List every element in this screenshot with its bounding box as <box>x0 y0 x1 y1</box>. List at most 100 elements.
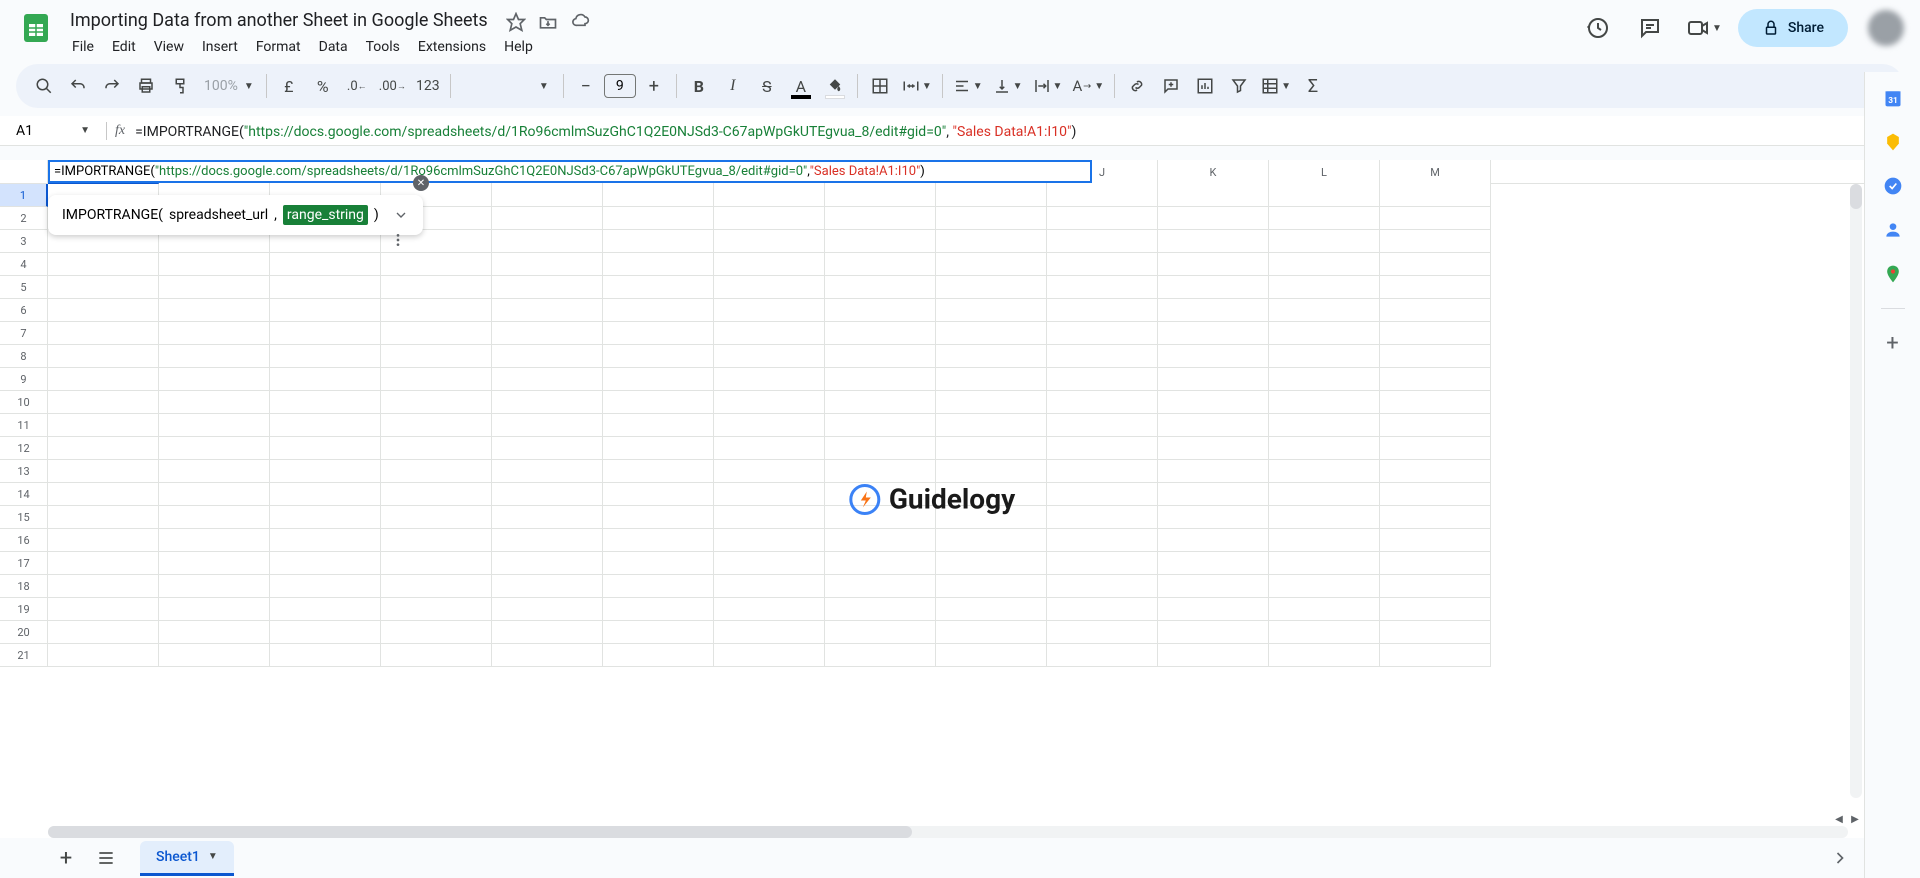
cell-m18[interactable] <box>1380 575 1491 598</box>
cell-m11[interactable] <box>1380 414 1491 437</box>
text-wrap-button[interactable]: ▼ <box>1029 70 1067 102</box>
vertical-align-button[interactable]: ▼ <box>989 70 1027 102</box>
cell-l2[interactable] <box>1269 207 1380 230</box>
cell-b12[interactable] <box>159 437 270 460</box>
cell-l20[interactable] <box>1269 621 1380 644</box>
cell-h6[interactable] <box>825 299 936 322</box>
cell-b10[interactable] <box>159 391 270 414</box>
cell-i1[interactable] <box>936 184 1047 207</box>
cell-a5[interactable] <box>48 276 159 299</box>
cell-b7[interactable] <box>159 322 270 345</box>
cell-m1[interactable] <box>1380 184 1491 207</box>
cell-h18[interactable] <box>825 575 936 598</box>
cell-c10[interactable] <box>270 391 381 414</box>
cell-d8[interactable] <box>381 345 492 368</box>
cell-f5[interactable] <box>603 276 714 299</box>
zoom-select[interactable]: 100%▼ <box>198 70 260 102</box>
cell-h8[interactable] <box>825 345 936 368</box>
cell-a17[interactable] <box>48 552 159 575</box>
currency-button[interactable]: £ <box>273 70 305 102</box>
cell-l17[interactable] <box>1269 552 1380 575</box>
cell-e6[interactable] <box>492 299 603 322</box>
menu-edit[interactable]: Edit <box>104 35 144 59</box>
cell-j11[interactable] <box>1047 414 1158 437</box>
cell-c13[interactable] <box>270 460 381 483</box>
cell-f12[interactable] <box>603 437 714 460</box>
cell-e5[interactable] <box>492 276 603 299</box>
cell-g7[interactable] <box>714 322 825 345</box>
cell-m20[interactable] <box>1380 621 1491 644</box>
cell-h14[interactable] <box>825 483 936 506</box>
menu-help[interactable]: Help <box>496 35 541 59</box>
cell-g2[interactable] <box>714 207 825 230</box>
cell-c8[interactable] <box>270 345 381 368</box>
percent-button[interactable]: % <box>307 70 339 102</box>
cell-l15[interactable] <box>1269 506 1380 529</box>
cell-m8[interactable] <box>1380 345 1491 368</box>
cell-f17[interactable] <box>603 552 714 575</box>
cell-g17[interactable] <box>714 552 825 575</box>
cell-i16[interactable] <box>936 529 1047 552</box>
cell-j12[interactable] <box>1047 437 1158 460</box>
cell-k2[interactable] <box>1158 207 1269 230</box>
cell-g5[interactable] <box>714 276 825 299</box>
cell-e14[interactable] <box>492 483 603 506</box>
cell-b20[interactable] <box>159 621 270 644</box>
cell-f19[interactable] <box>603 598 714 621</box>
cell-a13[interactable] <box>48 460 159 483</box>
cell-i18[interactable] <box>936 575 1047 598</box>
insert-comment-button[interactable] <box>1155 70 1187 102</box>
cell-i11[interactable] <box>936 414 1047 437</box>
cell-e18[interactable] <box>492 575 603 598</box>
cell-j8[interactable] <box>1047 345 1158 368</box>
cell-m12[interactable] <box>1380 437 1491 460</box>
cell-d17[interactable] <box>381 552 492 575</box>
row-header-4[interactable]: 4 <box>0 253 48 276</box>
cell-l13[interactable] <box>1269 460 1380 483</box>
cell-a14[interactable] <box>48 483 159 506</box>
cell-l9[interactable] <box>1269 368 1380 391</box>
text-color-button[interactable]: A <box>785 70 817 102</box>
cell-g18[interactable] <box>714 575 825 598</box>
cell-j10[interactable] <box>1047 391 1158 414</box>
menu-tools[interactable]: Tools <box>358 35 408 59</box>
row-header-16[interactable]: 16 <box>0 529 48 552</box>
cell-c16[interactable] <box>270 529 381 552</box>
menu-format[interactable]: Format <box>248 35 309 59</box>
cell-g4[interactable] <box>714 253 825 276</box>
font-size-input[interactable]: 9 <box>604 74 636 98</box>
cell-m2[interactable] <box>1380 207 1491 230</box>
cell-k12[interactable] <box>1158 437 1269 460</box>
formula-input[interactable]: =IMPORTRANGE("https://docs.google.com/sp… <box>135 121 1076 140</box>
cell-h21[interactable] <box>825 644 936 667</box>
cell-j18[interactable] <box>1047 575 1158 598</box>
menu-view[interactable]: View <box>146 35 192 59</box>
cell-i12[interactable] <box>936 437 1047 460</box>
row-header-1[interactable]: 1 <box>0 184 48 207</box>
cell-j7[interactable] <box>1047 322 1158 345</box>
cell-e8[interactable] <box>492 345 603 368</box>
cell-c12[interactable] <box>270 437 381 460</box>
cell-k6[interactable] <box>1158 299 1269 322</box>
cell-a16[interactable] <box>48 529 159 552</box>
row-header-2[interactable]: 2 <box>0 207 48 230</box>
cell-m15[interactable] <box>1380 506 1491 529</box>
cell-m4[interactable] <box>1380 253 1491 276</box>
cell-d7[interactable] <box>381 322 492 345</box>
cell-i3[interactable] <box>936 230 1047 253</box>
cell-d10[interactable] <box>381 391 492 414</box>
cell-m9[interactable] <box>1380 368 1491 391</box>
print-button[interactable] <box>130 70 162 102</box>
explore-button[interactable] <box>1824 842 1856 874</box>
cell-e15[interactable] <box>492 506 603 529</box>
cell-e4[interactable] <box>492 253 603 276</box>
cell-f20[interactable] <box>603 621 714 644</box>
cell-l16[interactable] <box>1269 529 1380 552</box>
cell-d21[interactable] <box>381 644 492 667</box>
cell-f8[interactable] <box>603 345 714 368</box>
tasks-icon[interactable] <box>1883 176 1903 196</box>
cell-e13[interactable] <box>492 460 603 483</box>
sheet-tab-menu-icon[interactable]: ▼ <box>208 851 218 862</box>
cell-b16[interactable] <box>159 529 270 552</box>
text-rotation-button[interactable]: A▼ <box>1068 70 1108 102</box>
